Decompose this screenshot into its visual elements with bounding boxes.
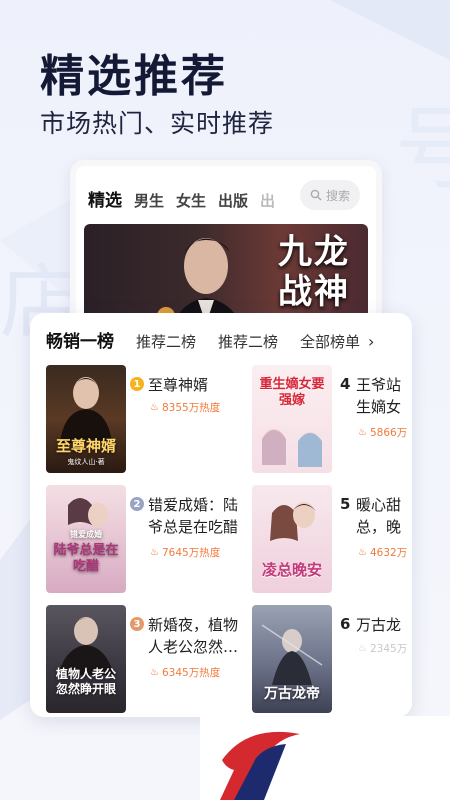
page-title: 精选推荐 [40, 51, 228, 102]
rank-badge-bronze: 3 [130, 617, 144, 631]
flame-icon: ♨ [150, 667, 159, 678]
rank-number: 5 [340, 495, 351, 513]
tab-more[interactable]: 出 [260, 190, 275, 211]
tab-all-lists[interactable]: 全部榜单 [300, 331, 360, 352]
page-subtitle: 市场热门、实时推荐 [40, 109, 275, 138]
flame-icon: ♨ [150, 547, 159, 558]
ranking-card: 畅销一榜 推荐二榜 推荐二榜 全部榜单 › 至尊神婿 鬼纹人山·著 1 至尊神婿… [30, 313, 412, 717]
book-title[interactable]: 暖心甜 总，晚 [356, 494, 412, 538]
book-cover[interactable]: 凌总晚安 [252, 485, 332, 593]
search-icon [310, 189, 322, 201]
flame-icon: ♨ [150, 402, 159, 413]
search-placeholder: 搜索 [325, 188, 350, 203]
book-cover[interactable]: 万古龙帝 [252, 605, 332, 713]
heat-score: ♨ 5866万 [358, 427, 408, 439]
category-tabs: 精选 男生 女生 出版 出 [88, 186, 275, 211]
book-title[interactable]: 万古龙 [356, 614, 412, 636]
chevron-right-icon[interactable]: › [368, 332, 374, 351]
heat-score: ♨ 8355万热度 [150, 402, 221, 414]
book-cover[interactable]: 植物人老公忽然睁开眼 [46, 605, 126, 713]
tab-female[interactable]: 女生 [176, 190, 206, 211]
tab-bestseller[interactable]: 畅销一榜 [46, 327, 114, 356]
search-input[interactable]: 搜索 [300, 180, 360, 210]
banner-title: 九龙 战神 [278, 232, 350, 312]
book-cover[interactable]: 错爱成婚 陆爷总是在吃醋 [46, 485, 126, 593]
tab-recommend-1[interactable]: 推荐二榜 [136, 331, 196, 352]
book-title[interactable]: 错爱成婚：陆 爷总是在吃醋 [148, 494, 268, 538]
rank-number: 6 [340, 615, 351, 633]
book-title[interactable]: 新婚夜，植物 人老公忽然… [148, 614, 268, 658]
tab-publish[interactable]: 出版 [218, 190, 248, 211]
brand-logo [220, 731, 300, 800]
book-cover[interactable]: 至尊神婿 鬼纹人山·著 [46, 365, 126, 473]
flame-icon: ♨ [358, 547, 367, 558]
book-cover[interactable]: 重生嫡女要强嫁 [252, 365, 332, 473]
ranking-tabs: 畅销一榜 推荐二榜 推荐二榜 全部榜单 › [46, 327, 404, 356]
rank-badge-silver: 2 [130, 497, 144, 511]
heat-score: ♨ 4632万 [358, 547, 408, 559]
rank-badge-gold: 1 [130, 377, 144, 391]
flame-icon: ♨ [358, 643, 367, 654]
heat-score: ♨ 6345万热度 [150, 667, 221, 679]
heat-score: ♨ 7645万热度 [150, 547, 221, 559]
svg-text:号: 号 [395, 97, 450, 202]
tab-featured[interactable]: 精选 [88, 186, 122, 211]
heat-score: ♨ 2345万 [358, 643, 408, 655]
brand-logo-area [200, 716, 450, 800]
rank-number: 4 [340, 375, 351, 393]
flame-icon: ♨ [358, 427, 367, 438]
tab-male[interactable]: 男生 [134, 190, 164, 211]
tab-recommend-2[interactable]: 推荐二榜 [218, 331, 278, 352]
book-title[interactable]: 王爷站 生嫡女 [356, 374, 412, 418]
book-title[interactable]: 至尊神婿 [148, 374, 208, 396]
